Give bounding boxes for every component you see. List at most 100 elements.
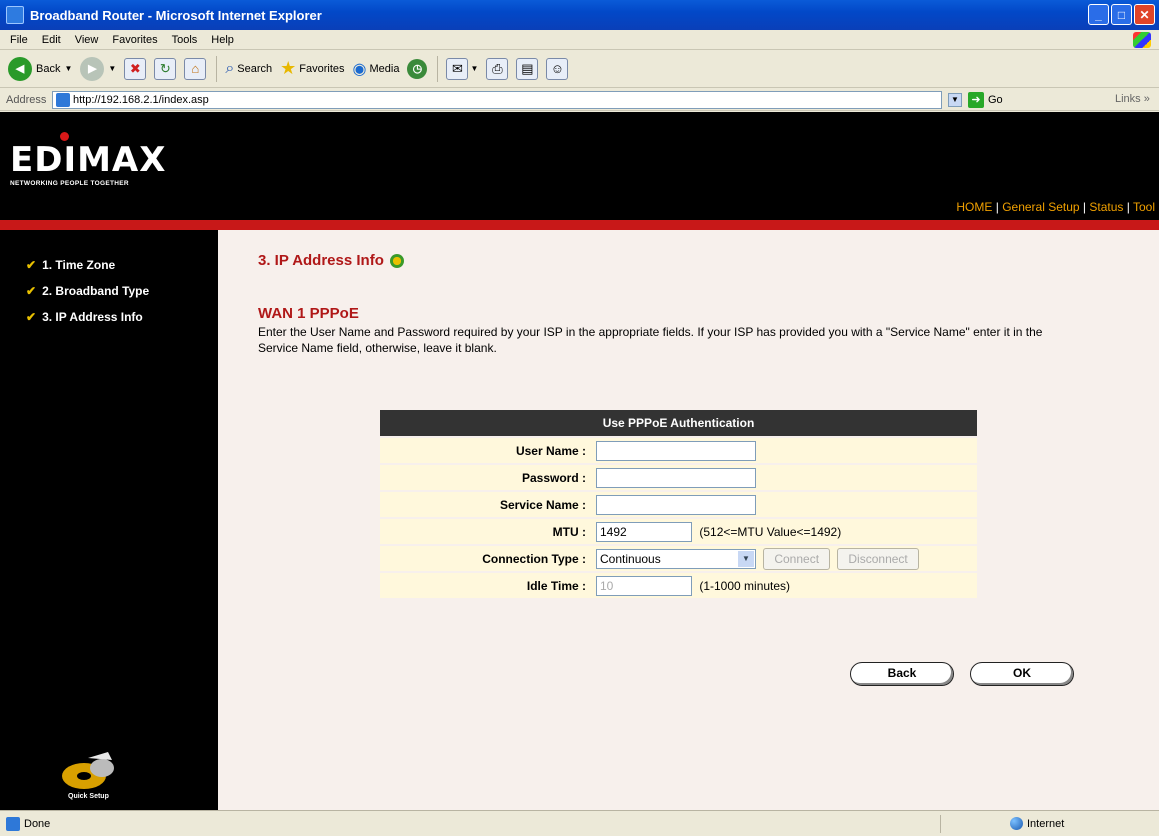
logo-dot bbox=[60, 132, 69, 141]
connection-type-label: Connection Type : bbox=[380, 546, 592, 571]
help-icon[interactable] bbox=[389, 253, 404, 268]
user-name-input[interactable] bbox=[596, 440, 756, 461]
nav-status[interactable]: Status bbox=[1089, 200, 1123, 214]
page-title-text: 3. IP Address Info bbox=[258, 252, 384, 269]
password-label: Password : bbox=[380, 465, 592, 490]
sidebar-item-label: 2. Broadband Type bbox=[42, 284, 150, 298]
stop-icon: ✖ bbox=[124, 57, 147, 80]
maximize-button[interactable]: □ bbox=[1111, 4, 1132, 25]
edit-icon: ▤ bbox=[516, 57, 539, 80]
idle-time-hint: (1-1000 minutes) bbox=[699, 578, 791, 593]
nav-home[interactable]: HOME bbox=[956, 200, 992, 214]
status-bar: Done Internet bbox=[0, 810, 1159, 836]
page-title: 3. IP Address Info bbox=[258, 252, 404, 269]
quick-setup-label: Quick Setup bbox=[68, 793, 109, 800]
form-header: Use PPPoE Authentication bbox=[380, 410, 977, 436]
status-divider bbox=[940, 815, 941, 833]
sidebar-item-broadband-type[interactable]: ✔ 2. Broadband Type bbox=[26, 284, 149, 298]
go-button[interactable]: ➜ Go bbox=[968, 92, 1003, 108]
stop-button[interactable]: ✖ bbox=[124, 57, 147, 80]
description-text: Enter the User Name and Password require… bbox=[258, 325, 1043, 355]
check-icon: ✔ bbox=[26, 284, 37, 298]
refresh-icon: ↻ bbox=[154, 57, 177, 80]
service-name-label: Service Name : bbox=[380, 492, 592, 517]
home-icon: ⌂ bbox=[184, 57, 207, 80]
sidebar-item-time-zone[interactable]: ✔ 1. Time Zone bbox=[26, 258, 115, 272]
media-icon: ◉ bbox=[352, 60, 367, 78]
back-button[interactable]: Back bbox=[850, 662, 954, 686]
minimize-button[interactable]: _ bbox=[1088, 4, 1109, 25]
idle-time-label: Idle Time : bbox=[380, 573, 592, 598]
menu-favorites[interactable]: Favorites bbox=[112, 34, 157, 46]
wan-title: WAN 1 PPPoE bbox=[258, 305, 359, 322]
messenger-button[interactable]: ☺ bbox=[546, 57, 569, 80]
favorites-star-icon: ★ bbox=[280, 58, 297, 78]
search-label: Search bbox=[237, 62, 273, 75]
media-label: Media bbox=[369, 62, 400, 75]
menu-view[interactable]: View bbox=[75, 34, 99, 46]
pppoe-form: Use PPPoE Authentication User Name : Pas… bbox=[380, 408, 977, 600]
address-url: http://192.168.2.1/index.asp bbox=[73, 94, 209, 106]
history-button[interactable]: ◷ bbox=[407, 58, 428, 79]
quick-setup-disc-icon bbox=[62, 752, 114, 789]
password-input[interactable] bbox=[596, 467, 756, 488]
chevron-down-icon: ▼ bbox=[738, 550, 754, 567]
address-input[interactable]: http://192.168.2.1/index.asp bbox=[52, 91, 942, 109]
form-row-connection-type: Connection Type : Continuous ▼ Connect D… bbox=[380, 546, 977, 571]
connection-type-select[interactable]: Continuous ▼ bbox=[596, 548, 756, 569]
connect-button[interactable]: Connect bbox=[763, 547, 831, 570]
print-button[interactable]: ⎙ bbox=[486, 57, 509, 80]
edimax-logo: EDIMAX bbox=[10, 140, 167, 180]
globe-icon bbox=[1010, 817, 1023, 830]
search-button[interactable]: ⌕ Search bbox=[225, 60, 272, 78]
edit-button[interactable]: ▤ bbox=[516, 57, 539, 80]
service-name-input[interactable] bbox=[596, 494, 756, 515]
sidebar-item-ip-address-info[interactable]: ✔ 3. IP Address Info bbox=[26, 310, 143, 324]
address-dropdown-icon[interactable]: ▼ bbox=[948, 93, 962, 107]
menu-help[interactable]: Help bbox=[211, 34, 234, 46]
security-zone: Internet bbox=[1010, 817, 1064, 830]
idle-time-input[interactable] bbox=[596, 575, 692, 596]
sidebar-item-label: 3. IP Address Info bbox=[42, 310, 143, 324]
close-button[interactable]: ✕ bbox=[1134, 4, 1155, 25]
forward-button[interactable]: ▶ ▼ bbox=[80, 56, 116, 81]
check-icon: ✔ bbox=[26, 310, 37, 324]
sidebar-item-label: 1. Time Zone bbox=[42, 258, 116, 272]
mail-icon: ✉ bbox=[446, 57, 469, 80]
ok-button[interactable]: OK bbox=[970, 662, 1074, 686]
window-title-bar: Broadband Router - Microsoft Internet Ex… bbox=[0, 0, 1159, 30]
home-button[interactable]: ⌂ bbox=[184, 57, 207, 80]
address-bar: Address http://192.168.2.1/index.asp ▼ ➜… bbox=[0, 89, 1159, 111]
form-row-mtu: MTU : (512<=MTU Value<=1492) bbox=[380, 519, 977, 544]
nav-general-setup[interactable]: General Setup bbox=[1002, 200, 1079, 214]
menu-file[interactable]: File bbox=[10, 34, 28, 46]
check-icon: ✔ bbox=[26, 258, 37, 272]
form-row-password: Password : bbox=[380, 465, 977, 490]
form-row-service-name: Service Name : bbox=[380, 492, 977, 517]
history-icon: ◷ bbox=[407, 58, 428, 79]
menu-bar: File Edit View Favorites Tools Help bbox=[0, 30, 1159, 50]
favorites-button[interactable]: ★ Favorites bbox=[280, 58, 344, 79]
menu-edit[interactable]: Edit bbox=[42, 34, 61, 46]
window-controls: _ □ ✕ bbox=[1088, 4, 1155, 25]
toolbar-separator bbox=[216, 55, 218, 82]
status-text: Done bbox=[24, 817, 51, 830]
sidebar: ✔ 1. Time Zone ✔ 2. Broadband Type ✔ 3. … bbox=[0, 230, 218, 810]
form-row-user-name: User Name : bbox=[380, 438, 977, 463]
links-button[interactable]: Links » bbox=[1115, 93, 1150, 105]
favorites-label: Favorites bbox=[299, 62, 345, 75]
back-label: Back bbox=[36, 62, 61, 75]
mtu-hint: (512<=MTU Value<=1492) bbox=[699, 524, 842, 539]
mtu-input[interactable] bbox=[596, 521, 692, 542]
connection-type-value: Continuous bbox=[600, 551, 661, 566]
page-icon bbox=[56, 93, 70, 107]
media-button[interactable]: ◉ Media bbox=[353, 59, 400, 79]
back-button[interactable]: ◀ Back ▼ bbox=[8, 56, 73, 81]
user-name-label: User Name : bbox=[380, 438, 592, 463]
back-dropdown-icon: ▼ bbox=[64, 64, 73, 73]
refresh-button[interactable]: ↻ bbox=[154, 57, 177, 80]
menu-tools[interactable]: Tools bbox=[172, 34, 198, 46]
disconnect-button[interactable]: Disconnect bbox=[837, 547, 919, 570]
mail-button[interactable]: ✉ ▼ bbox=[446, 57, 478, 80]
nav-tool[interactable]: Tool bbox=[1133, 200, 1155, 214]
